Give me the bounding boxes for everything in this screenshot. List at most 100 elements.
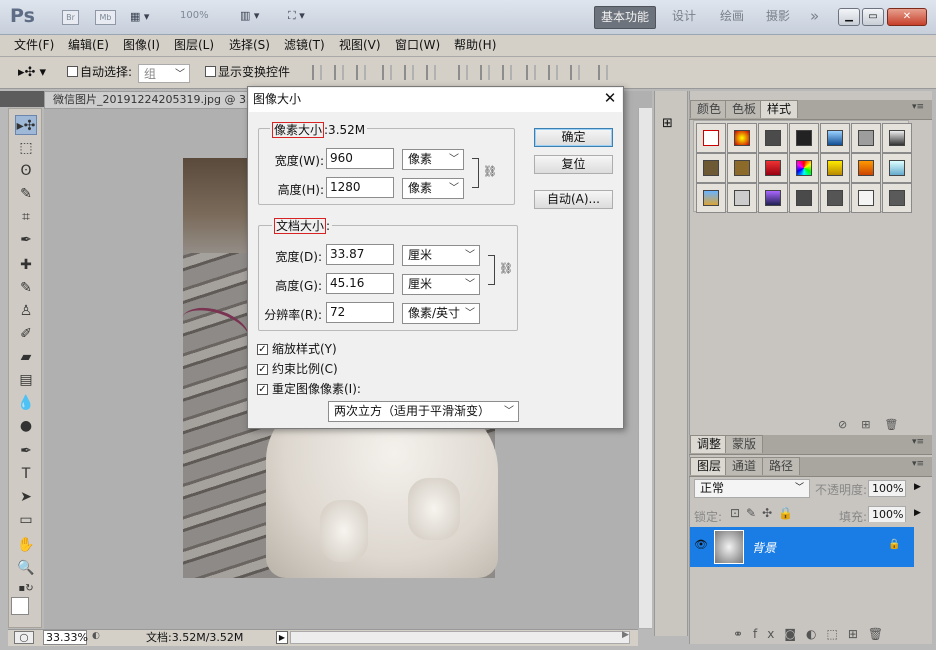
styles-panel-footer-icons[interactable]: ⊘⊞🗑: [838, 418, 912, 431]
align-vcenter-icon[interactable]: [334, 65, 344, 80]
shape-tool-icon[interactable]: ▭: [15, 510, 37, 530]
screen-mode-icon[interactable]: ⛶ ▾: [288, 9, 305, 23]
workspace-basic-button[interactable]: 基本功能: [594, 6, 657, 29]
lasso-tool-icon[interactable]: ʘ: [15, 161, 37, 181]
menu-select[interactable]: 选择(S): [226, 37, 273, 54]
minimize-button[interactable]: ▁: [838, 8, 860, 26]
adjust-panel-menu-icon[interactable]: ▾≡: [912, 437, 924, 447]
auto-select-checkbox[interactable]: [67, 64, 78, 78]
auto-button[interactable]: 自动(A)...: [534, 190, 613, 209]
style-swatch[interactable]: [851, 153, 881, 183]
horizontal-scrollbar[interactable]: [290, 631, 630, 644]
style-swatch[interactable]: [820, 153, 850, 183]
tab-channels[interactable]: 通道: [725, 457, 764, 475]
scale-styles-checkbox[interactable]: [257, 342, 268, 356]
workspace-photography-button[interactable]: 摄影: [760, 6, 796, 29]
distribute-hcenter-icon[interactable]: [548, 65, 558, 80]
style-swatch[interactable]: [882, 123, 912, 153]
tab-color[interactable]: 颜色: [690, 100, 729, 118]
menu-layer[interactable]: 图层(L): [171, 37, 217, 54]
pixel-width-unit-select[interactable]: 像素: [402, 149, 464, 170]
maximize-button[interactable]: ▭: [862, 8, 884, 26]
align-right-icon[interactable]: [426, 65, 436, 80]
menu-filter[interactable]: 滤镜(T): [281, 37, 328, 54]
align-left-icon[interactable]: [382, 65, 392, 80]
status-menu-arrow-icon[interactable]: ▶: [276, 631, 288, 644]
distribute-top-icon[interactable]: [458, 65, 468, 80]
doc-width-unit-select[interactable]: 厘米: [402, 245, 480, 266]
tab-layers[interactable]: 图层: [690, 457, 729, 475]
type-tool-icon[interactable]: T: [15, 464, 37, 484]
workspace-painting-button[interactable]: 绘画: [714, 6, 750, 29]
resample-checkbox[interactable]: [257, 382, 268, 396]
style-swatch[interactable]: [882, 153, 912, 183]
menu-window[interactable]: 窗口(W): [392, 37, 443, 54]
bridge-icon[interactable]: Br: [62, 10, 79, 25]
auto-align-icon[interactable]: [598, 65, 608, 80]
auto-select-dropdown[interactable]: 组: [138, 64, 190, 84]
lock-icons[interactable]: ⊡✎✣🔒: [730, 506, 799, 520]
style-swatch[interactable]: [851, 123, 881, 153]
eraser-tool-icon[interactable]: ▰: [15, 347, 37, 367]
doc-height-input[interactable]: 45.16: [326, 273, 394, 294]
layer-name[interactable]: 背景: [752, 539, 776, 556]
eyedropper-tool-icon[interactable]: ✒: [15, 230, 37, 250]
distribute-vcenter-icon[interactable]: [480, 65, 490, 80]
layers-footer-icons[interactable]: ⚭fx◙◐⬚⊞🗑: [733, 627, 893, 641]
style-swatch[interactable]: [696, 183, 726, 213]
style-swatch[interactable]: [758, 183, 788, 213]
style-swatch[interactable]: [727, 153, 757, 183]
style-swatch[interactable]: [789, 123, 819, 153]
tools-panel-header[interactable]: [0, 91, 44, 107]
view-extras-icon[interactable]: ▦ ▾: [130, 10, 162, 25]
doc-width-input[interactable]: 33.87: [326, 244, 394, 265]
minibridge-icon[interactable]: Mb: [95, 10, 116, 25]
style-swatch[interactable]: [820, 123, 850, 153]
fill-field[interactable]: 100%: [868, 506, 906, 523]
more-workspaces-button[interactable]: »: [804, 6, 825, 29]
opacity-field[interactable]: 100%: [868, 480, 906, 497]
gradient-tool-icon[interactable]: ▤: [15, 370, 37, 390]
align-hcenter-icon[interactable]: [404, 65, 414, 80]
align-top-icon[interactable]: [312, 65, 322, 80]
scroll-right-arrow-icon[interactable]: ▶: [622, 630, 629, 640]
move-tool-icon[interactable]: ▸✣: [15, 115, 37, 135]
dodge-tool-icon[interactable]: ●: [15, 416, 37, 436]
menu-edit[interactable]: 编辑(E): [65, 37, 112, 54]
blur-tool-icon[interactable]: 💧: [15, 393, 37, 413]
opacity-arrow-icon[interactable]: ▶: [914, 482, 921, 492]
pixel-height-unit-select[interactable]: 像素: [402, 178, 464, 199]
style-swatch[interactable]: [820, 183, 850, 213]
status-icon[interactable]: ◐: [92, 631, 106, 644]
reset-button[interactable]: 复位: [534, 155, 613, 174]
history-panel-icon[interactable]: ⊞: [662, 116, 673, 131]
tab-masks[interactable]: 蒙版: [725, 435, 764, 453]
blend-mode-dropdown[interactable]: 正常: [694, 479, 810, 498]
menu-image[interactable]: 图像(I): [120, 37, 163, 54]
tab-swatches[interactable]: 色板: [725, 100, 764, 118]
style-swatch[interactable]: [727, 183, 757, 213]
layers-panel-menu-icon[interactable]: ▾≡: [912, 459, 924, 469]
doc-height-unit-select[interactable]: 厘米: [402, 274, 480, 295]
tab-styles[interactable]: 样式: [760, 100, 799, 118]
close-window-button[interactable]: ✕: [887, 8, 927, 26]
distribute-bottom-icon[interactable]: [502, 65, 512, 80]
blend-mode-arrow-icon[interactable]: ﹀: [795, 480, 804, 493]
style-swatch[interactable]: [789, 153, 819, 183]
resample-method-select[interactable]: 两次立方（适用于平滑渐变）: [328, 401, 519, 422]
marquee-tool-icon[interactable]: ⬚: [15, 138, 37, 158]
constrain-proportions-checkbox[interactable]: [257, 362, 268, 376]
style-swatch[interactable]: [758, 153, 788, 183]
path-selection-tool-icon[interactable]: ➤: [15, 487, 37, 507]
brush-tool-icon[interactable]: ✎: [15, 278, 37, 298]
history-brush-tool-icon[interactable]: ✐: [15, 324, 37, 344]
fill-arrow-icon[interactable]: ▶: [914, 508, 921, 518]
move-tool-preset-icon[interactable]: ▸✣ ▾: [18, 65, 46, 80]
menu-file[interactable]: 文件(F): [11, 37, 57, 54]
document-vertical-scrollbar[interactable]: [638, 108, 652, 628]
panel-menu-icon[interactable]: ▾≡: [912, 102, 924, 112]
pen-tool-icon[interactable]: ✒: [15, 441, 37, 461]
layer-visibility-eye-icon[interactable]: 👁: [694, 538, 708, 552]
align-bottom-icon[interactable]: [356, 65, 366, 80]
foreground-color-swatch[interactable]: [11, 597, 29, 615]
